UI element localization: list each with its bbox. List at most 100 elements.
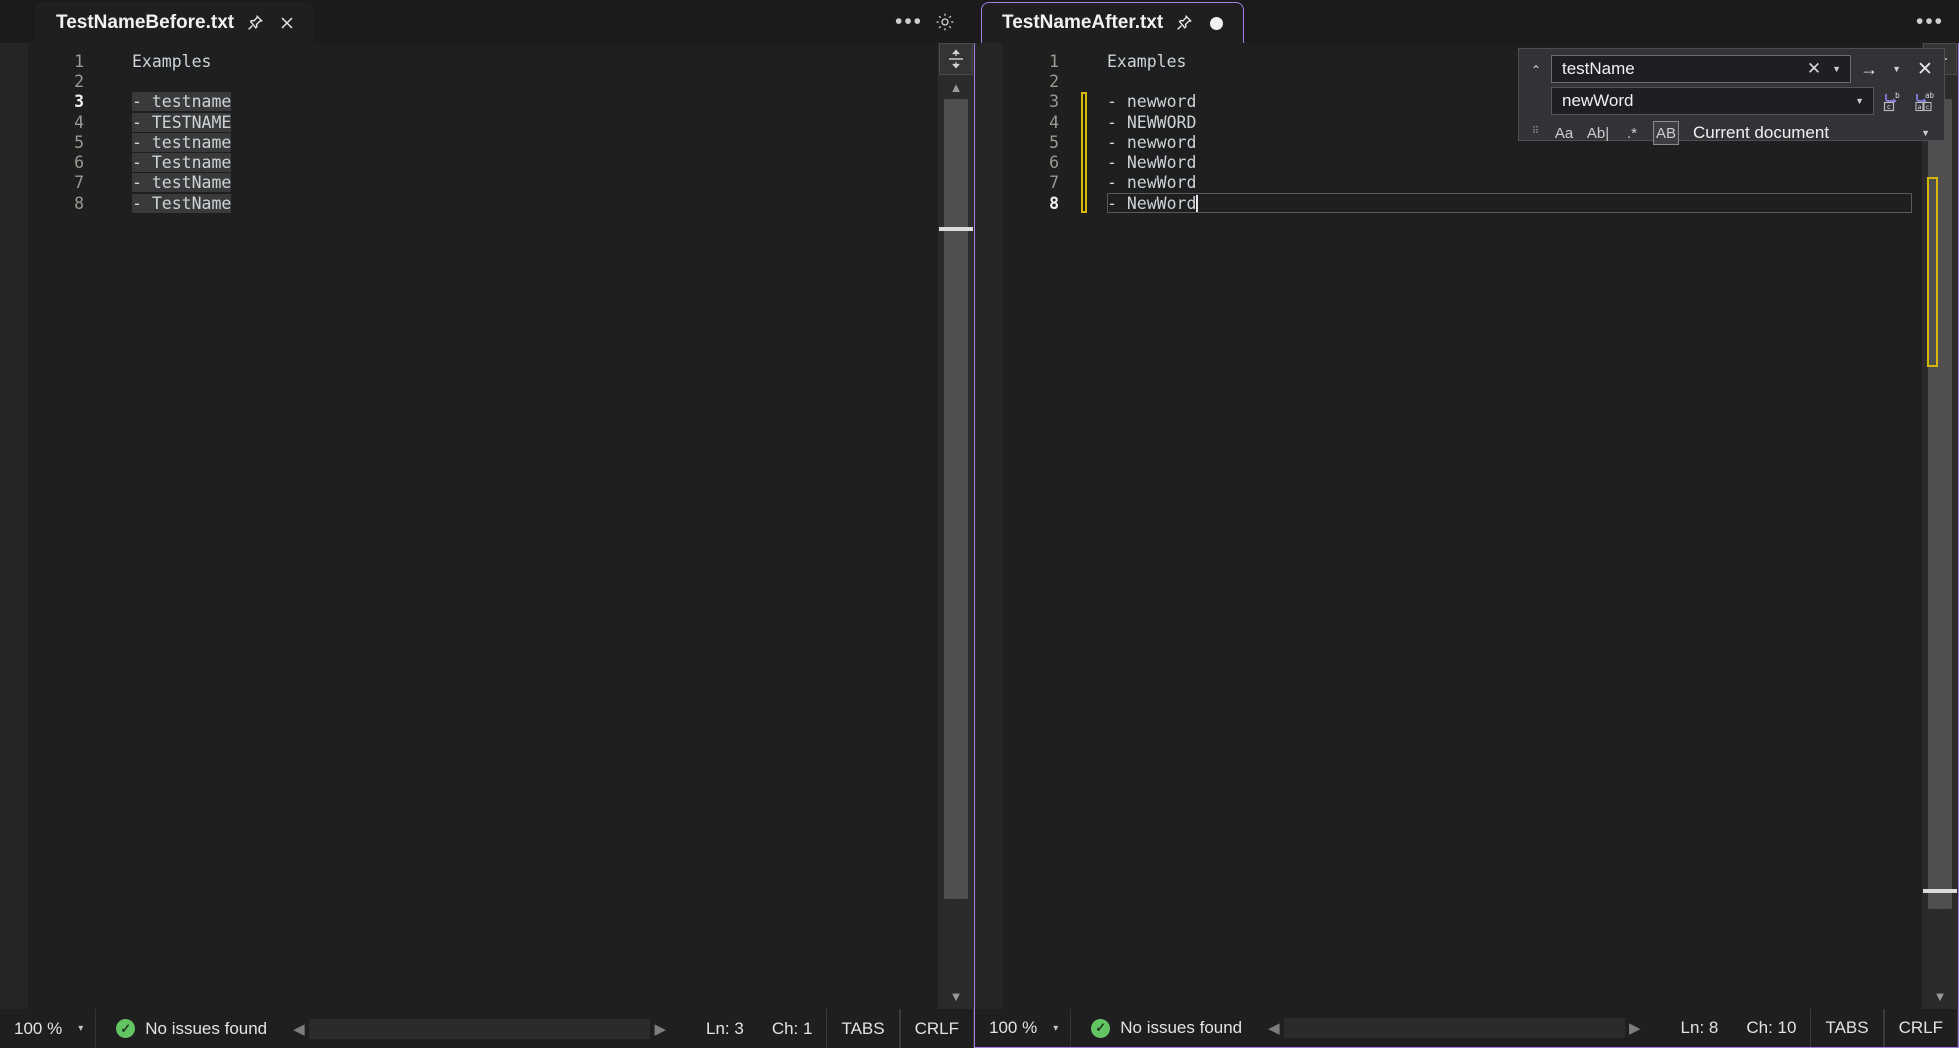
scroll-up-icon[interactable]: ▲ — [939, 75, 973, 99]
close-icon[interactable] — [276, 12, 298, 34]
editor-left[interactable]: 1Examples23- testname4- TESTNAME5- testn… — [0, 43, 974, 1009]
pin-icon[interactable] — [244, 12, 266, 34]
line-number: 2 — [28, 72, 84, 91]
scroll-down-icon[interactable]: ▼ — [1923, 983, 1957, 1009]
line-number: 5 — [28, 133, 84, 152]
eol-indicator[interactable]: CRLF — [900, 1009, 974, 1048]
svg-text:ab: ab — [1925, 91, 1935, 100]
find-replace-panel[interactable]: ⌃ ⠿ testName ✕ ▼ → ▼ ✕ newWord ▼ — [1518, 48, 1945, 141]
line-number: 6 — [28, 153, 84, 172]
scroll-track-right[interactable] — [1923, 99, 1957, 983]
replace-input[interactable]: newWord ▼ — [1551, 87, 1874, 115]
line-indicator: Ln: 8 — [1667, 1018, 1733, 1038]
change-marker-scrollbar — [1927, 177, 1938, 367]
scroll-left-icon[interactable]: ◀ — [289, 1020, 309, 1038]
code-line[interactable]: 8- NewWord — [1003, 193, 1922, 213]
line-text: - testname — [132, 92, 231, 111]
find-next-button[interactable]: → — [1857, 59, 1881, 80]
scroll-track-h-right[interactable] — [1284, 1018, 1625, 1038]
preserve-case-button[interactable]: AB — [1653, 121, 1679, 145]
use-regex-button[interactable]: .* — [1619, 121, 1645, 145]
zoom-value: 100 % — [14, 1019, 62, 1039]
code-line[interactable]: 6- Testname — [28, 152, 938, 172]
unsaved-dot-icon[interactable] — [1205, 12, 1227, 34]
scroll-down-icon[interactable]: ▼ — [939, 983, 973, 1009]
scroll-thumb-left[interactable] — [944, 99, 968, 899]
find-next-dropdown-icon[interactable]: ▼ — [1887, 64, 1906, 74]
code-line[interactable]: 3- testname — [28, 92, 938, 112]
current-line-highlight — [1107, 193, 1912, 213]
indent-indicator[interactable]: TABS — [1810, 1009, 1883, 1047]
chevron-down-icon[interactable]: ▼ — [1850, 96, 1869, 106]
find-input[interactable]: testName ✕ ▼ — [1551, 55, 1851, 83]
tabstrip-actions-right: ••• — [1915, 0, 1959, 43]
issues-indicator-right[interactable]: ✓ No issues found — [1071, 1018, 1242, 1038]
find-input-value: testName — [1562, 59, 1801, 79]
tab-testnamebefore[interactable]: TestNameBefore.txt — [35, 2, 315, 43]
vertical-scrollbar-right[interactable]: ▲ ▼ — [1922, 43, 1958, 1009]
line-text: - NEWWORD — [1107, 113, 1196, 132]
clear-icon[interactable]: ✕ — [1801, 59, 1827, 79]
line-number: 8 — [28, 194, 84, 213]
chevron-up-icon[interactable]: ⌃ — [1531, 63, 1541, 77]
tabstrip-left: TestNameBefore.txt ••• — [0, 0, 974, 43]
chevron-down-icon[interactable]: ▼ — [1827, 64, 1846, 74]
scroll-right-icon[interactable]: ▶ — [1625, 1019, 1645, 1037]
indent-indicator[interactable]: TABS — [826, 1009, 899, 1048]
ellipsis-icon[interactable]: ••• — [894, 7, 924, 37]
line-text: - TestName — [132, 194, 231, 213]
line-number: 7 — [1003, 173, 1059, 192]
search-scope-label[interactable]: Current document — [1693, 123, 1829, 143]
svg-text:c: c — [1887, 103, 1891, 111]
visual-studio-window: TestNameBefore.txt ••• — [0, 0, 1959, 1048]
line-number: 4 — [1003, 113, 1059, 132]
code-line[interactable]: 6- NewWord — [1003, 152, 1922, 172]
resize-grip-icon[interactable]: ⠿ — [1532, 129, 1540, 134]
tabstrip-right: TestNameAfter.txt ••• — [974, 0, 1959, 43]
horizontal-scrollbar-right[interactable]: ◀ ▶ — [1264, 1009, 1644, 1047]
vertical-scrollbar-left[interactable]: ▲ ▼ — [938, 43, 974, 1009]
scroll-track-h-left[interactable] — [309, 1019, 651, 1039]
scroll-right-icon[interactable]: ▶ — [650, 1020, 670, 1038]
line-text: - newWord — [1107, 173, 1196, 192]
scroll-position-marker — [1923, 889, 1957, 893]
code-line[interactable]: 4- TESTNAME — [28, 112, 938, 132]
column-indicator: Ch: 10 — [1732, 1018, 1810, 1038]
chevron-down-icon[interactable]: ▾ — [1053, 1023, 1058, 1034]
issues-indicator-left[interactable]: ✓ No issues found — [96, 1019, 267, 1039]
tab-testnameafter[interactable]: TestNameAfter.txt — [981, 2, 1244, 43]
find-panel-sidebar: ⌃ ⠿ — [1523, 55, 1549, 136]
code-area-right[interactable]: 1Examples23- newword4- NEWWORD5- newword… — [1003, 43, 1922, 1009]
close-icon[interactable]: ✕ — [1912, 58, 1938, 81]
line-number: 1 — [1003, 52, 1059, 71]
zoom-control-left[interactable]: 100 % ▾ — [0, 1009, 96, 1048]
tab-title: TestNameAfter.txt — [1002, 12, 1163, 34]
code-line[interactable]: 7 - newWord — [1003, 173, 1922, 193]
ellipsis-icon[interactable]: ••• — [1915, 7, 1945, 37]
code-line[interactable]: 7- testName — [28, 173, 938, 193]
code-line[interactable]: 8 - TestName — [28, 193, 938, 213]
pin-icon[interactable] — [1173, 12, 1195, 34]
code-line[interactable]: 2 — [28, 71, 938, 91]
match-whole-word-button[interactable]: Ab| — [1585, 121, 1611, 145]
match-case-button[interactable]: Aa — [1551, 121, 1577, 145]
zoom-control-right[interactable]: 100 % ▾ — [975, 1009, 1071, 1047]
text-caret — [1196, 195, 1198, 212]
code-line[interactable]: 5- testname — [28, 132, 938, 152]
editor-right[interactable]: 1Examples23- newword4- NEWWORD5- newword… — [974, 43, 1959, 1009]
eol-indicator[interactable]: CRLF — [1884, 1009, 1958, 1047]
line-number: 7 — [28, 173, 84, 192]
code-line[interactable]: 1Examples — [28, 51, 938, 71]
statusbar-left: 100 % ▾ ✓ No issues found ◀ ▶ Ln: 3 Ch: … — [0, 1009, 974, 1048]
replace-next-icon[interactable]: b c — [1880, 88, 1906, 114]
code-area-left[interactable]: 1Examples23- testname4- TESTNAME5- testn… — [28, 43, 938, 1009]
scroll-track-left[interactable] — [939, 99, 973, 983]
split-view-icon[interactable] — [939, 43, 973, 75]
line-number: 4 — [28, 113, 84, 132]
chevron-down-icon[interactable]: ▼ — [1921, 128, 1938, 138]
chevron-down-icon[interactable]: ▾ — [78, 1023, 83, 1034]
replace-all-icon[interactable]: ab a c — [1912, 88, 1938, 114]
horizontal-scrollbar-left[interactable]: ◀ ▶ — [289, 1009, 670, 1048]
scroll-left-icon[interactable]: ◀ — [1264, 1019, 1284, 1037]
gear-icon[interactable] — [930, 7, 960, 37]
